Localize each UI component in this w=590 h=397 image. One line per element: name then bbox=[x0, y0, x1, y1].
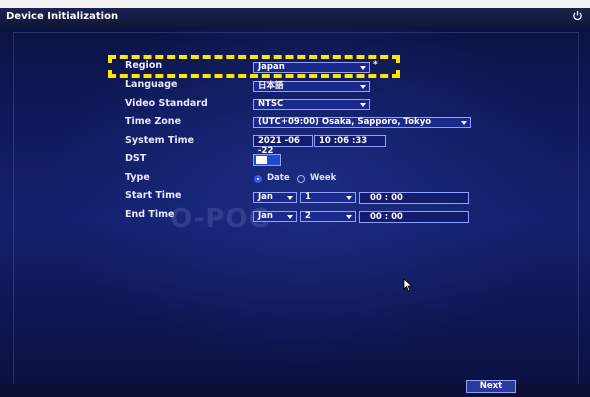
system-date-field[interactable]: 2021 -06 -22 bbox=[253, 135, 313, 156]
time-zone-label: Time Zone bbox=[125, 116, 182, 127]
chevron-down-icon bbox=[461, 121, 467, 125]
type-week-radio[interactable] bbox=[297, 175, 305, 183]
system-time-field[interactable]: 10 :06 :33 bbox=[314, 135, 386, 147]
chevron-down-icon bbox=[360, 103, 366, 107]
type-date-label: Date bbox=[267, 173, 290, 183]
time-zone-value: (UTC+09:00) Osaka, Sapporo, Tokyo bbox=[258, 117, 432, 127]
chevron-down-icon bbox=[287, 215, 293, 219]
chevron-down-icon bbox=[346, 215, 352, 219]
language-value: 日本語 bbox=[258, 81, 284, 91]
chevron-down-icon bbox=[287, 196, 293, 200]
end-month-select[interactable]: Jan bbox=[253, 211, 297, 222]
dst-toggle[interactable] bbox=[253, 154, 281, 166]
end-time-label: End Time bbox=[125, 209, 175, 220]
system-time-label: System Time bbox=[125, 135, 194, 146]
end-month-value: Jan bbox=[258, 211, 273, 221]
end-day-select[interactable]: 2 bbox=[300, 211, 356, 222]
type-date-radio[interactable] bbox=[254, 175, 262, 183]
next-button[interactable]: Next bbox=[466, 380, 516, 393]
start-day-value: 1 bbox=[305, 192, 311, 202]
highlight-box bbox=[108, 55, 400, 78]
time-zone-select[interactable]: (UTC+09:00) Osaka, Sapporo, Tokyo bbox=[253, 117, 471, 128]
start-month-value: Jan bbox=[258, 192, 273, 202]
start-time-field[interactable]: 00 : 00 bbox=[359, 192, 469, 204]
type-label: Type bbox=[125, 172, 150, 183]
video-standard-label: Video Standard bbox=[125, 98, 208, 109]
start-time-label: Start Time bbox=[125, 190, 182, 201]
video-standard-value: NTSC bbox=[258, 99, 284, 109]
chevron-down-icon bbox=[346, 196, 352, 200]
title-bar: Device Initialization bbox=[0, 8, 590, 27]
end-time-field[interactable]: 00 : 00 bbox=[359, 211, 469, 223]
video-standard-select[interactable]: NTSC bbox=[253, 99, 370, 110]
language-label: Language bbox=[125, 79, 178, 90]
window-title: Device Initialization bbox=[6, 11, 119, 22]
chevron-down-icon bbox=[360, 85, 366, 89]
toggle-knob bbox=[256, 156, 267, 164]
dvr-screen: Device Initialization O-POG Region Japan… bbox=[0, 8, 590, 397]
end-day-value: 2 bbox=[305, 211, 311, 221]
power-icon[interactable] bbox=[572, 10, 583, 21]
start-day-select[interactable]: 1 bbox=[300, 192, 356, 203]
mouse-cursor-icon bbox=[403, 278, 413, 292]
type-week-label: Week bbox=[310, 173, 337, 183]
dst-label: DST bbox=[125, 153, 147, 164]
language-select[interactable]: 日本語 bbox=[253, 81, 370, 92]
start-month-select[interactable]: Jan bbox=[253, 192, 297, 203]
